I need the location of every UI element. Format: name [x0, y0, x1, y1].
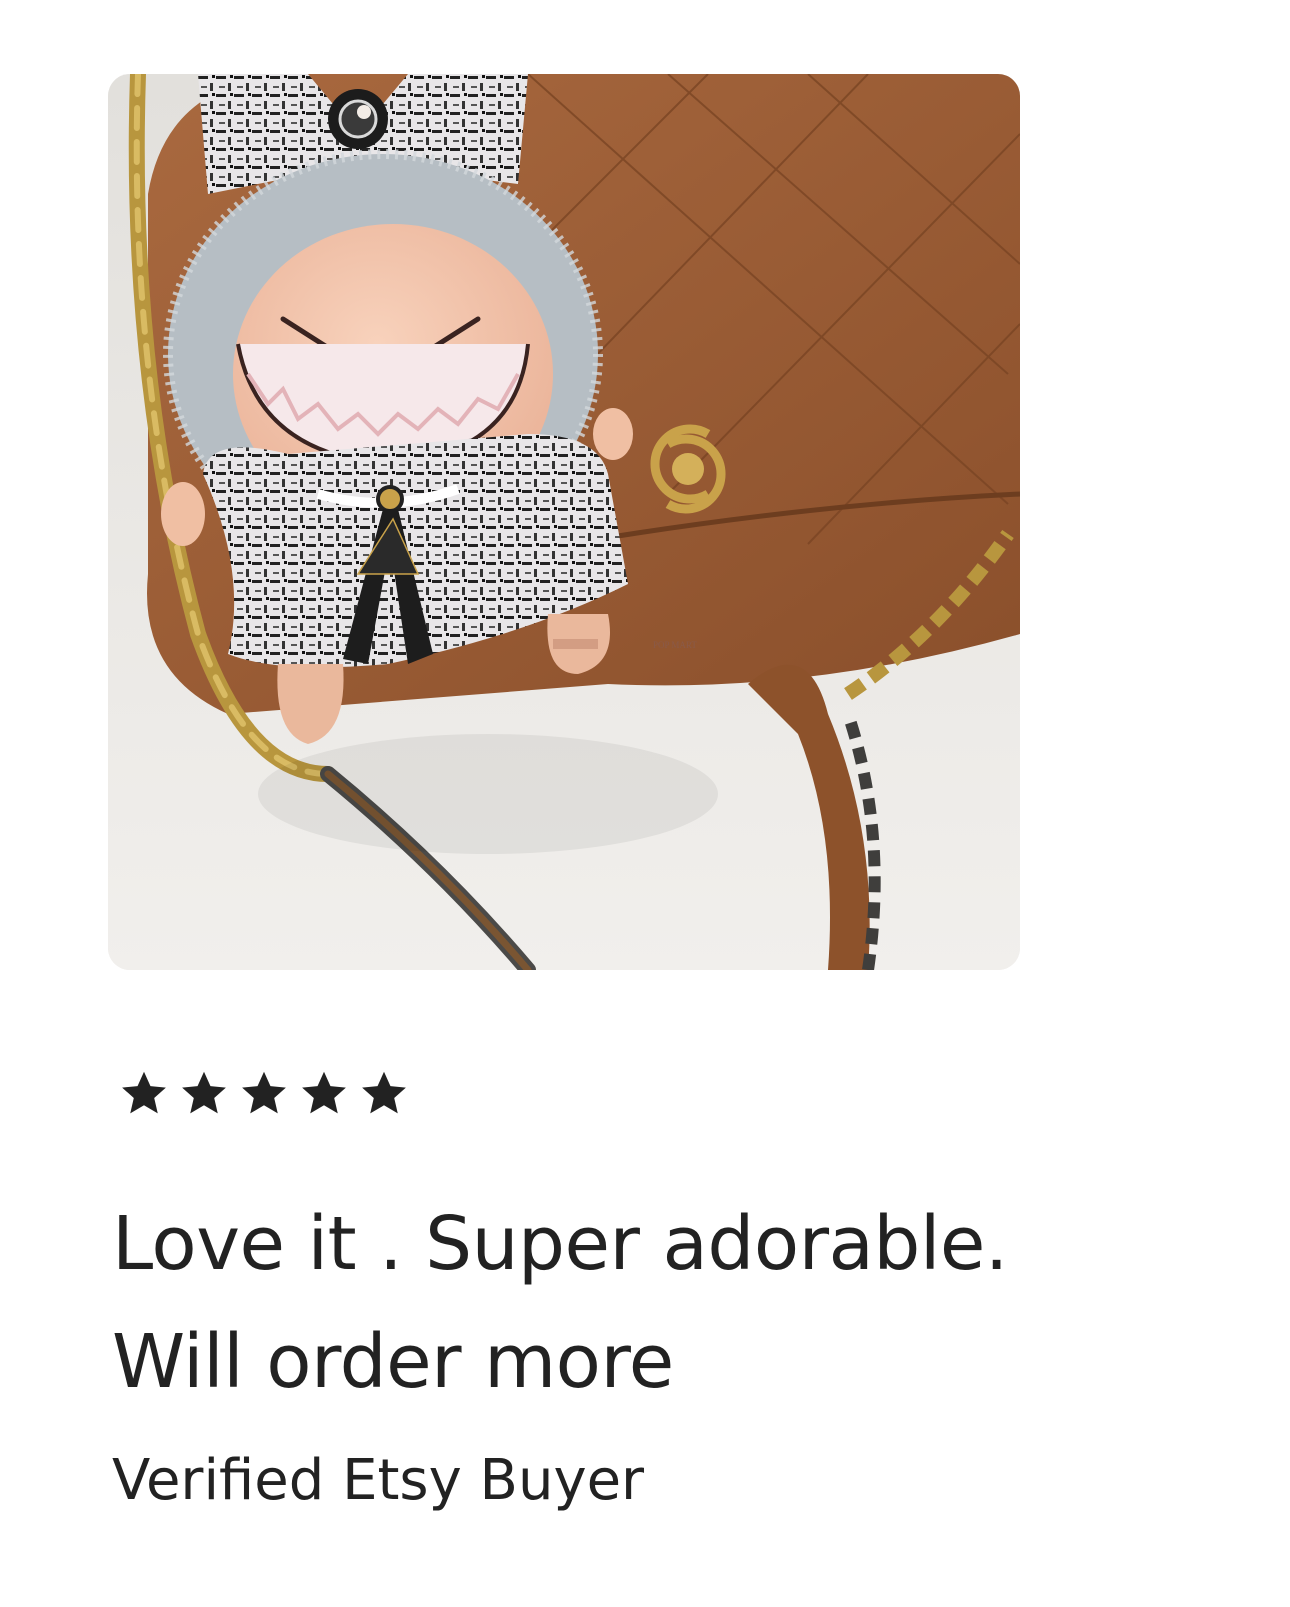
- star-rating: [118, 1068, 410, 1118]
- review-text: Love it . Super adorable. Will order mor…: [112, 1185, 1212, 1421]
- photo-illustration: [108, 74, 1020, 970]
- star-icon: [358, 1068, 410, 1118]
- photo-printed-text: POP MART: [653, 640, 697, 650]
- star-icon: [298, 1068, 350, 1118]
- review-text-line-2: Will order more: [112, 1319, 674, 1405]
- reviewer-name: Verified Etsy Buyer: [112, 1448, 645, 1513]
- review-card: POP MART Love it . Super adorable. Will …: [0, 0, 1290, 1607]
- star-icon: [178, 1068, 230, 1118]
- review-photo[interactable]: POP MART: [108, 74, 1020, 970]
- star-icon: [238, 1068, 290, 1118]
- review-text-line-1: Love it . Super adorable.: [112, 1201, 1008, 1287]
- star-icon: [118, 1068, 170, 1118]
